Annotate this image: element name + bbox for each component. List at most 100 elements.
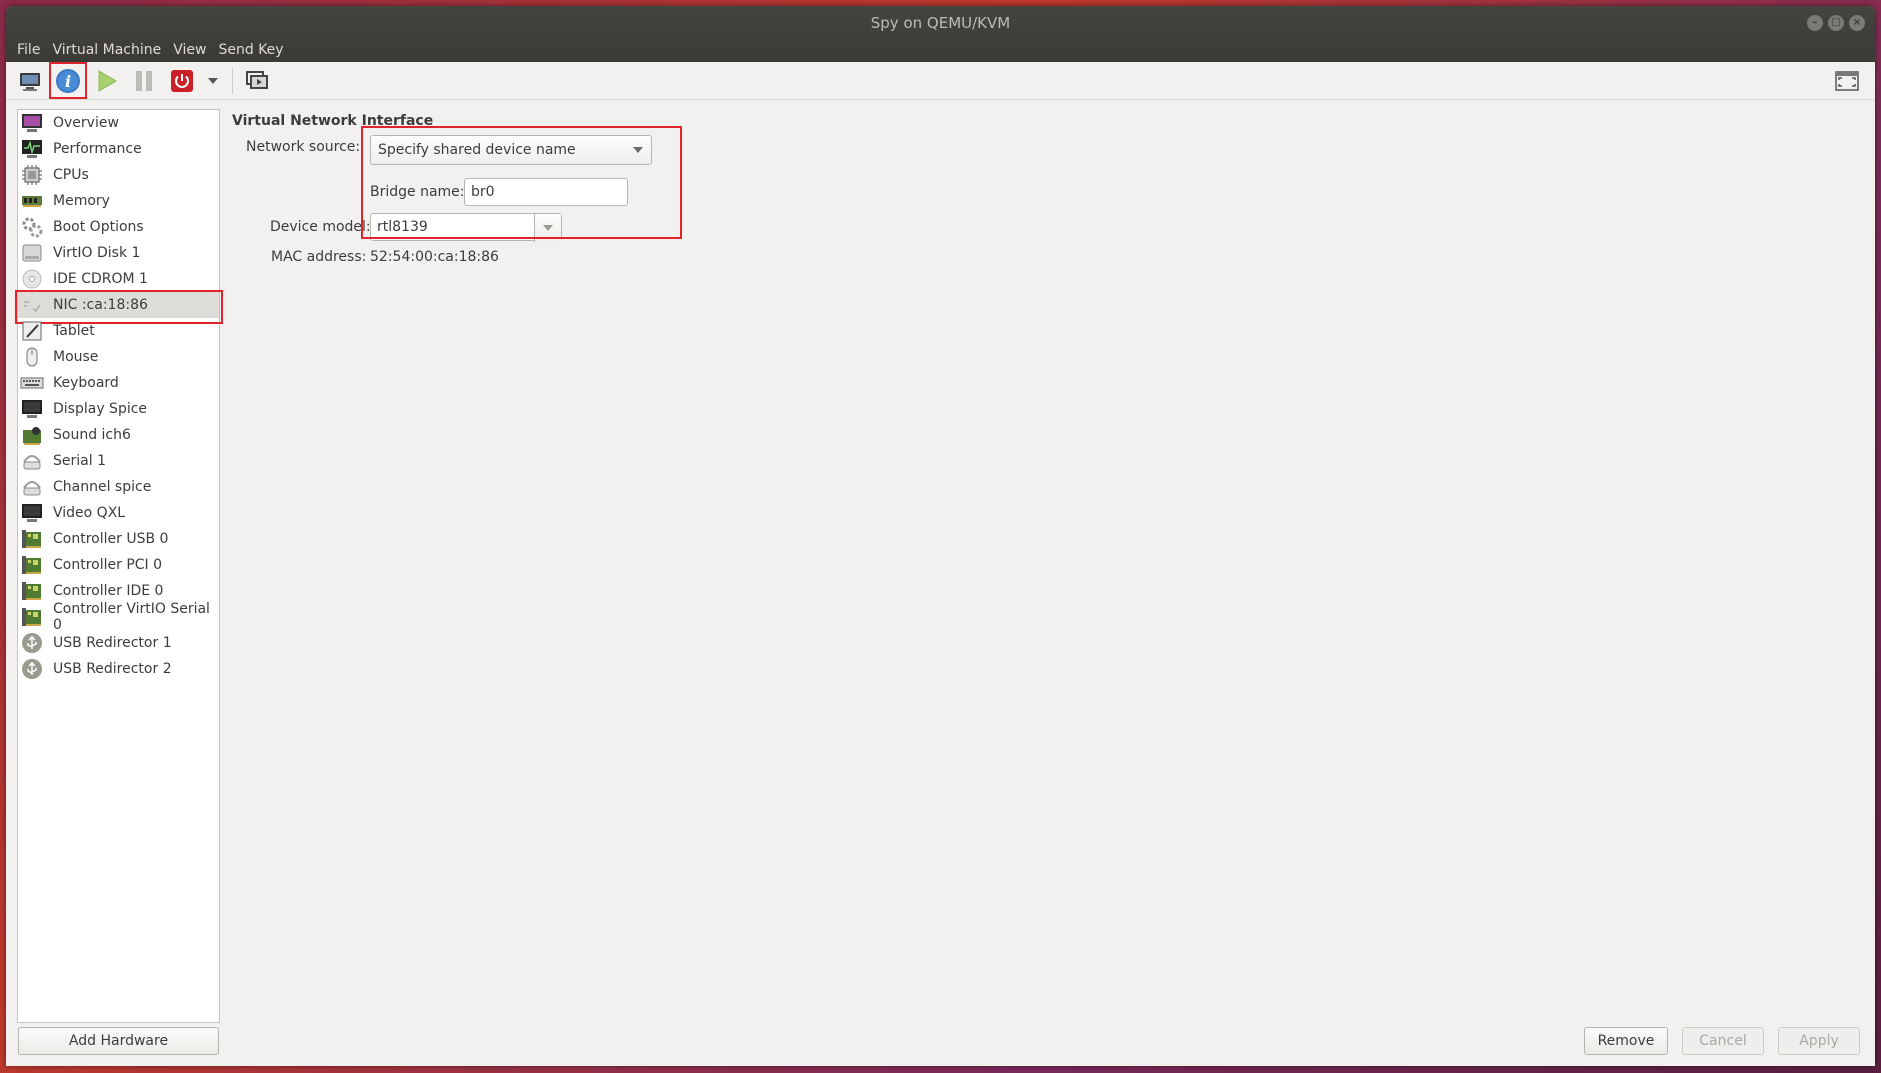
controller-icon bbox=[20, 554, 44, 576]
sidebar-item-controller-usb-0[interactable]: Controller USB 0 bbox=[18, 526, 219, 552]
svg-text:i: i bbox=[65, 72, 71, 91]
window-title: Spy on QEMU/KVM bbox=[870, 14, 1011, 32]
sidebar-item-overview[interactable]: Overview bbox=[18, 110, 219, 136]
sidebar-item-boot-options[interactable]: Boot Options bbox=[18, 214, 219, 240]
pause-button[interactable] bbox=[126, 65, 162, 97]
network-source-label: Network source: bbox=[246, 139, 361, 155]
sidebar-item-usb-redirector-1[interactable]: USB Redirector 1 bbox=[18, 630, 219, 656]
controller-icon bbox=[20, 580, 44, 602]
device-model-combo[interactable]: rtl8139 bbox=[370, 213, 562, 242]
shutdown-button[interactable] bbox=[164, 65, 200, 97]
hardware-list: Overview Performance CPUs Memory Boot Op… bbox=[15, 109, 223, 1023]
overview-icon bbox=[20, 112, 44, 134]
menu-file[interactable]: File bbox=[11, 42, 46, 58]
sidebar-item-memory[interactable]: Memory bbox=[18, 188, 219, 214]
serial-icon bbox=[20, 450, 44, 472]
sidebar-item-performance[interactable]: Performance bbox=[18, 136, 219, 162]
memory-icon bbox=[20, 190, 44, 212]
screenshot-button[interactable] bbox=[239, 65, 275, 97]
sidebar-item-channel-spice[interactable]: Channel spice bbox=[18, 474, 219, 500]
video-icon bbox=[20, 502, 44, 524]
cpu-icon bbox=[20, 164, 44, 186]
network-source-combo[interactable]: Specify shared device name bbox=[370, 135, 652, 165]
sidebar-item-label: NIC :ca:18:86 bbox=[53, 297, 148, 313]
sidebar-item-video-qxl[interactable]: Video QXL bbox=[18, 500, 219, 526]
keyboard-icon bbox=[20, 372, 44, 394]
sidebar-item-label: IDE CDROM 1 bbox=[53, 271, 148, 287]
toolbar-separator bbox=[232, 67, 233, 94]
sidebar-item-tablet[interactable]: Tablet bbox=[18, 318, 219, 344]
add-hardware-button[interactable]: Add Hardware bbox=[18, 1027, 219, 1055]
controller-icon bbox=[20, 528, 44, 550]
cdrom-icon bbox=[20, 268, 44, 290]
sidebar-item-label: Controller IDE 0 bbox=[53, 583, 164, 599]
shutdown-dropdown-button[interactable] bbox=[202, 65, 224, 97]
sidebar-item-controller-virtio-serial-0[interactable]: Controller VirtIO Serial 0 bbox=[18, 601, 219, 633]
usb-redirector-icon bbox=[20, 658, 44, 680]
boot-options-icon bbox=[20, 216, 44, 238]
menu-send-key[interactable]: Send Key bbox=[212, 42, 289, 58]
details-button[interactable]: i bbox=[49, 61, 87, 99]
device-model-dropdown-button[interactable] bbox=[534, 214, 561, 242]
mac-address-label: MAC address: bbox=[271, 249, 367, 265]
cancel-button[interactable]: Cancel bbox=[1682, 1027, 1764, 1055]
chevron-down-icon bbox=[543, 225, 553, 231]
mac-address-value: 52:54:00:ca:18:86 bbox=[370, 249, 499, 265]
menu-view[interactable]: View bbox=[167, 42, 212, 58]
sidebar-item-sound-ich6[interactable]: Sound ich6 bbox=[18, 422, 219, 448]
usb-redirector-icon bbox=[20, 632, 44, 654]
sidebar-item-virtio-disk-1[interactable]: VirtIO Disk 1 bbox=[18, 240, 219, 266]
menu-virtual-machine[interactable]: Virtual Machine bbox=[46, 42, 167, 58]
fullscreen-button[interactable] bbox=[1829, 65, 1865, 97]
network-source-value: Specify shared device name bbox=[378, 142, 576, 158]
chevron-down-icon bbox=[208, 77, 218, 84]
run-button[interactable] bbox=[88, 65, 124, 97]
sidebar-item-label: Keyboard bbox=[53, 375, 119, 391]
pause-icon bbox=[136, 70, 152, 91]
sidebar-item-label: Overview bbox=[53, 115, 119, 131]
controller-icon bbox=[20, 606, 44, 628]
sidebar-item-label: Controller USB 0 bbox=[53, 531, 169, 547]
screenshot-icon bbox=[246, 70, 268, 89]
tablet-icon bbox=[20, 320, 44, 342]
disk-icon bbox=[20, 242, 44, 264]
sidebar-item-label: Controller PCI 0 bbox=[53, 557, 163, 573]
menubar: File Virtual Machine View Send Key bbox=[11, 42, 290, 58]
sidebar-item-label: USB Redirector 2 bbox=[53, 661, 172, 677]
info-icon: i bbox=[56, 68, 80, 93]
sidebar-item-serial-1[interactable]: Serial 1 bbox=[18, 448, 219, 474]
sidebar-item-label: Mouse bbox=[53, 349, 99, 365]
chevron-down-icon bbox=[633, 147, 643, 153]
sidebar-item-label: Channel spice bbox=[53, 479, 152, 495]
sidebar-item-label: Video QXL bbox=[53, 505, 126, 521]
display-icon bbox=[20, 398, 44, 420]
sidebar-item-cpus[interactable]: CPUs bbox=[18, 162, 219, 188]
minimize-icon[interactable]: – bbox=[1807, 15, 1823, 31]
sidebar-item-mouse[interactable]: Mouse bbox=[18, 344, 219, 370]
channel-icon bbox=[20, 476, 44, 498]
sidebar-item-label: Serial 1 bbox=[53, 453, 106, 469]
sidebar-item-ide-cdrom-1[interactable]: IDE CDROM 1 bbox=[18, 266, 219, 292]
bridge-name-label: Bridge name: bbox=[370, 184, 465, 200]
sidebar-item-label: CPUs bbox=[53, 167, 89, 183]
console-button[interactable] bbox=[12, 65, 48, 97]
power-icon bbox=[171, 69, 193, 92]
sidebar-item-usb-redirector-2[interactable]: USB Redirector 2 bbox=[18, 656, 219, 682]
bridge-name-field[interactable]: br0 bbox=[464, 178, 628, 206]
titlebar: Spy on QEMU/KVM – □ × File Virtual Machi… bbox=[6, 6, 1875, 62]
close-icon[interactable]: × bbox=[1849, 15, 1865, 31]
maximize-icon[interactable]: □ bbox=[1828, 15, 1844, 31]
sidebar-item-keyboard[interactable]: Keyboard bbox=[18, 370, 219, 396]
console-icon bbox=[20, 72, 40, 91]
sidebar-item-label: VirtIO Disk 1 bbox=[53, 245, 141, 261]
remove-button[interactable]: Remove bbox=[1584, 1027, 1668, 1055]
sidebar-item-controller-pci-0[interactable]: Controller PCI 0 bbox=[18, 552, 219, 578]
toolbar: i bbox=[6, 61, 1875, 100]
sidebar-item-display-spice[interactable]: Display Spice bbox=[18, 396, 219, 422]
bridge-name-value: br0 bbox=[471, 184, 495, 200]
apply-button[interactable]: Apply bbox=[1778, 1027, 1860, 1055]
nic-icon bbox=[20, 294, 44, 316]
sidebar-item-label: Display Spice bbox=[53, 401, 148, 417]
sidebar-item-nic[interactable]: NIC :ca:18:86 bbox=[15, 290, 223, 324]
sidebar-item-label: Memory bbox=[53, 193, 110, 209]
